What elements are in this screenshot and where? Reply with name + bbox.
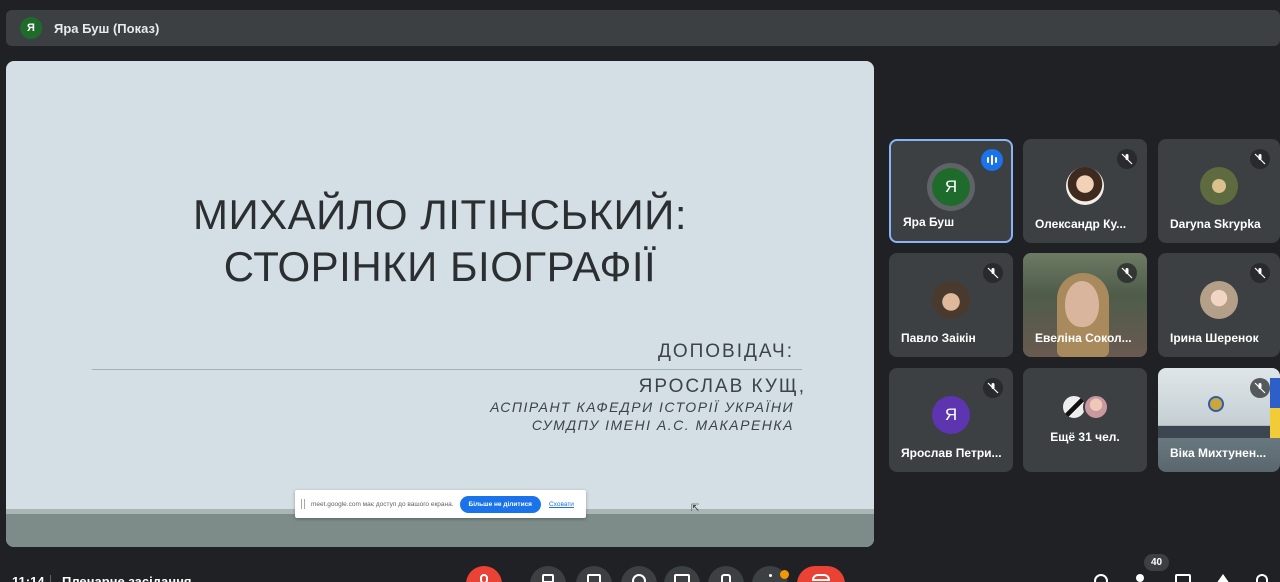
mic-off-icon	[1117, 149, 1137, 169]
avatar-letter: Я	[932, 168, 970, 206]
screen-share-notice: meet.google.com має доступ до вашого екр…	[295, 490, 586, 518]
reactions-button[interactable]	[621, 566, 657, 582]
participant-name: Ярослав Петри...	[901, 446, 1002, 460]
drag-handle-icon[interactable]	[301, 499, 305, 509]
notification-dot	[780, 570, 789, 579]
mic-off-icon	[1250, 378, 1270, 398]
presenter-avatar: Я	[20, 17, 42, 39]
speaking-indicator-icon	[981, 149, 1003, 171]
avatar	[1200, 281, 1238, 319]
emoji-icon	[632, 574, 646, 582]
meeting-name: Пленарне засідання	[62, 574, 192, 582]
activities-icon[interactable]	[1216, 574, 1236, 582]
chat-icon[interactable]	[1175, 574, 1195, 582]
hand-icon	[721, 574, 731, 582]
toolbar-divider	[50, 575, 51, 582]
stop-sharing-button[interactable]: Більше не ділитися	[459, 495, 541, 513]
leave-call-button[interactable]	[797, 566, 845, 582]
participant-tile[interactable]: Павло Заікін	[889, 253, 1013, 357]
participant-video-tile[interactable]: Віка Михтунен...	[1158, 368, 1280, 472]
participant-tile[interactable]: Ірина Шеренок	[1158, 253, 1280, 357]
participant-name: Віка Михтунен...	[1170, 446, 1267, 460]
participant-tile[interactable]: Daryna Skrypka	[1158, 139, 1280, 243]
shared-screen: МИХАЙЛО ЛІТІНСЬКИЙ: СТОРІНКИ БІОГРАФІЇ Д…	[6, 61, 874, 547]
phone-hangup-icon	[812, 574, 830, 581]
mic-off-icon	[983, 263, 1003, 283]
slide-speaker-name: ЯРОСЛАВ КУЩ,	[638, 376, 806, 397]
more-vert-icon	[768, 574, 772, 577]
people-icon[interactable]	[1136, 574, 1156, 582]
presenter-label: Яра Буш (Показ)	[54, 20, 160, 36]
captions-button[interactable]	[576, 566, 612, 582]
mic-off-icon	[1250, 263, 1270, 283]
avatar: Я	[927, 163, 975, 211]
participant-name: Ірина Шеренок	[1170, 331, 1259, 345]
meeting-time: 11:14	[12, 574, 45, 582]
participant-tile[interactable]: Олександр Ку...	[1023, 139, 1147, 243]
mic-off-icon	[1250, 149, 1270, 169]
presenter-bar[interactable]: Я Яра Буш (Показ)	[6, 10, 1280, 46]
lock-icon[interactable]	[1256, 574, 1276, 582]
participant-name: Олександр Ку...	[1035, 217, 1127, 231]
captions-icon	[587, 574, 601, 582]
avatar: Я	[932, 396, 970, 434]
mic-off-icon	[983, 378, 1003, 398]
info-icon[interactable]	[1094, 574, 1114, 582]
more-participants-tile[interactable]: Ещё 31 чел.	[1023, 368, 1147, 472]
participant-name: Daryna Skrypka	[1170, 217, 1261, 231]
camera-toggle-button[interactable]	[530, 566, 566, 582]
avatar	[1200, 167, 1238, 205]
slide-divider	[92, 369, 802, 370]
participant-video-tile[interactable]: Евеліна Сокол...	[1023, 253, 1147, 357]
slide-speaker-position: АСПІРАНТ КАФЕДРИ ІСТОРІЇ УКРАЇНИ	[490, 399, 794, 415]
mic-off-icon	[1117, 263, 1137, 283]
participant-name: Павло Заікін	[901, 331, 976, 345]
slide-title: МИХАЙЛО ЛІТІНСЬКИЙ: СТОРІНКИ БІОГРАФІЇ	[6, 189, 874, 293]
participant-tile[interactable]: Я Яра Буш	[889, 139, 1013, 243]
avatar	[1066, 167, 1104, 205]
mouse-cursor-icon: ⇱	[691, 503, 700, 514]
more-participants-label: Ещё 31 чел.	[1050, 430, 1120, 444]
slide-speaker-label: ДОПОВІДАЧ:	[657, 341, 794, 362]
avatar	[932, 281, 970, 319]
hide-notice-link[interactable]: Сховати	[549, 501, 574, 508]
share-notice-message: meet.google.com має доступ до вашого екр…	[311, 500, 454, 508]
mic-off-icon	[480, 574, 488, 582]
bottom-toolbar: 11:14 Пленарне засідання	[0, 562, 1280, 582]
mic-toggle-button[interactable]	[466, 566, 502, 582]
slide-speaker-university: СУМДПУ ІМЕНІ А.С. МАКАРЕНКА	[531, 417, 794, 433]
stacked-avatars	[1059, 394, 1111, 420]
raise-hand-button[interactable]	[708, 566, 744, 582]
present-button[interactable]	[664, 566, 700, 582]
meet-window: Я Яра Буш (Показ) МИХАЙЛО ЛІТІНСЬКИЙ: СТ…	[0, 0, 1280, 582]
slide-title-line2: СТОРІНКИ БІОГРАФІЇ	[223, 243, 657, 290]
camera-icon	[542, 574, 554, 582]
participant-name: Евеліна Сокол...	[1035, 331, 1132, 345]
participant-name: Яра Буш	[903, 215, 955, 229]
participant-tile[interactable]: Я Ярослав Петри...	[889, 368, 1013, 472]
present-screen-icon	[674, 574, 690, 582]
slide-title-line1: МИХАЙЛО ЛІТІНСЬКИЙ:	[192, 191, 688, 238]
